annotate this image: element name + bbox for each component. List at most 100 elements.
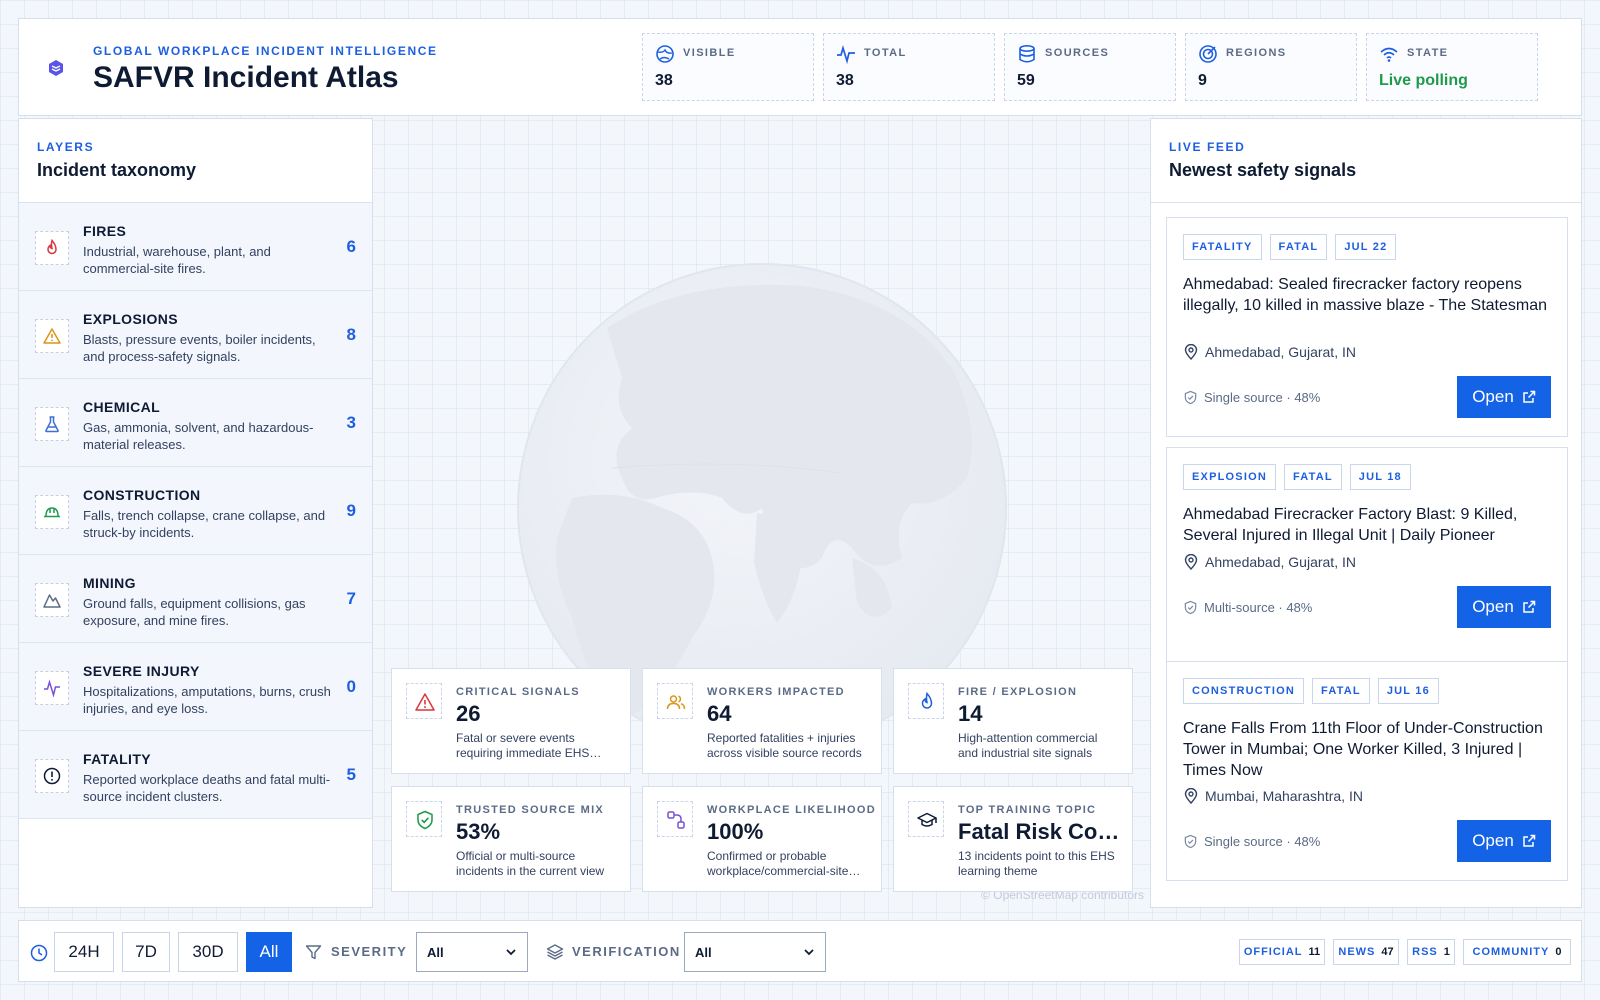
feed-eyebrow: LIVE FEED <box>1169 140 1246 154</box>
tag-severity[interactable]: FATAL <box>1312 678 1370 704</box>
clock-icon <box>30 944 48 962</box>
layer-item-mining[interactable]: MINING Ground falls, equipment collision… <box>19 555 372 643</box>
layer-icon-box <box>35 671 69 705</box>
users-icon <box>666 695 686 710</box>
card-location: Ahmedabad, Gujarat, IN <box>1183 344 1356 360</box>
layer-desc: Blasts, pressure events, boiler incident… <box>83 332 316 364</box>
open-button[interactable]: Open <box>1457 376 1551 418</box>
severity-label: SEVERITY <box>331 944 408 959</box>
card-source-text: Single source · 48% <box>1204 834 1321 849</box>
tag-type[interactable]: FATALITY <box>1183 234 1262 260</box>
mountain-icon <box>43 594 61 608</box>
metric-desc: Reported fatalities + injuries across vi… <box>707 731 869 761</box>
layer-name: MINING <box>83 575 136 591</box>
source-pill-official[interactable]: OFFICIAL 11 <box>1239 939 1325 965</box>
source-pill-name: COMMUNITY <box>1472 946 1550 958</box>
open-button[interactable]: Open <box>1457 586 1551 628</box>
map-pin-icon <box>1184 788 1198 804</box>
time-filter-all[interactable]: All <box>246 932 292 972</box>
severity-select[interactable]: All <box>416 932 528 972</box>
layer-desc: Industrial, warehouse, plant, and commer… <box>83 244 271 276</box>
source-pill-rss[interactable]: RSS 1 <box>1407 939 1455 965</box>
layer-count: 5 <box>346 765 356 784</box>
metric-value: 100% <box>707 819 764 844</box>
layers-header: LAYERS Incident taxonomy <box>19 119 372 203</box>
chevron-down-icon <box>506 949 516 956</box>
metric-desc: High-attention commercial and industrial… <box>958 731 1120 761</box>
metric-desc-text: 13 incidents point to this EHS learning … <box>958 849 1115 878</box>
pulse-icon <box>837 45 855 64</box>
time-filter-7d[interactable]: 7D <box>122 932 170 972</box>
time-filter-24h[interactable]: 24H <box>54 932 114 972</box>
metric-icon-box <box>657 801 693 837</box>
card-source: Single source · 48% <box>1183 390 1320 405</box>
tag-date: JUL 16 <box>1377 678 1439 704</box>
chevron-down-icon <box>804 949 814 956</box>
hardhat-icon <box>44 507 60 518</box>
metric-icon-box <box>908 683 944 719</box>
card-tags: FATALITY FATAL JUL 22 <box>1183 234 1397 260</box>
metric-desc-text: Reported fatalities + injuries across vi… <box>707 731 862 760</box>
stat-value: Live polling <box>1379 72 1468 89</box>
map-canvas[interactable]: © OpenStreetMap contributors CRITICAL SI… <box>374 118 1150 908</box>
source-pill-news[interactable]: NEWS 47 <box>1333 939 1399 965</box>
metric-desc: Fatal or severe events requiring immedia… <box>456 731 618 761</box>
metric-desc-text: High-attention commercial and industrial… <box>958 731 1098 760</box>
source-pill-community[interactable]: COMMUNITY 0 <box>1463 939 1571 965</box>
layer-item-construction[interactable]: CONSTRUCTION Falls, trench collapse, cra… <box>19 467 372 555</box>
globe-icon <box>656 45 674 63</box>
layer-desc: Reported workplace deaths and fatal mult… <box>83 772 331 804</box>
layer-count: 8 <box>346 325 356 344</box>
card-location-text: Mumbai, Maharashtra, IN <box>1205 788 1363 804</box>
metric-value: 26 <box>456 701 481 726</box>
source-pill-name: OFFICIAL <box>1243 946 1303 958</box>
layer-name: EXPLOSIONS <box>83 311 179 327</box>
card-title[interactable]: Ahmedabad: Sealed firecracker factory re… <box>1183 274 1555 316</box>
metric-desc-text: Confirmed or probable workplace/commerci… <box>707 849 849 878</box>
card-title[interactable]: Crane Falls From 11th Floor of Under-Con… <box>1183 718 1555 781</box>
shield-check-icon <box>1184 390 1197 405</box>
open-button[interactable]: Open <box>1457 820 1551 862</box>
card-source-text: Single source · 48% <box>1204 390 1321 405</box>
metric-label: CRITICAL SIGNALS <box>456 686 580 698</box>
verification-select[interactable]: All <box>684 932 826 972</box>
layer-icon-box <box>35 231 69 265</box>
layer-item-explosions[interactable]: EXPLOSIONS Blasts, pressure events, boil… <box>19 291 372 379</box>
shield-check-icon <box>417 810 433 830</box>
stat-value: 9 <box>1198 72 1207 89</box>
layer-item-chemical[interactable]: CHEMICAL Gas, ammonia, solvent, and haza… <box>19 379 372 467</box>
layer-count: 9 <box>346 501 356 520</box>
feed-card[interactable]: CONSTRUCTION FATAL JUL 16 Crane Falls Fr… <box>1166 661 1568 881</box>
card-title[interactable]: Ahmedabad Firecracker Factory Blast: 9 K… <box>1183 504 1555 546</box>
external-link-icon <box>1523 390 1536 403</box>
metric-workers-impacted: WORKERS IMPACTED 64 Reported fatalities … <box>642 668 882 774</box>
flame-icon <box>921 692 933 709</box>
metric-value: 14 <box>958 701 983 726</box>
feed-card[interactable]: FATALITY FATAL JUL 22 Ahmedabad: Sealed … <box>1166 217 1568 437</box>
layer-item-fatality[interactable]: FATALITY Reported workplace deaths and f… <box>19 731 372 819</box>
map-pin-icon <box>1184 344 1198 360</box>
layer-icon-box <box>35 759 69 793</box>
warning-icon <box>43 328 61 344</box>
time-filter-30d[interactable]: 30D <box>178 932 238 972</box>
tag-type[interactable]: CONSTRUCTION <box>1183 678 1305 704</box>
metric-top-training-topic: TOP TRAINING TOPIC Fatal Risk Controls 1… <box>893 786 1133 892</box>
stat-label: VISIBLE <box>683 47 736 59</box>
warning-icon <box>415 693 435 711</box>
tag-type[interactable]: EXPLOSION <box>1183 464 1276 490</box>
layers-title: Incident taxonomy <box>37 160 197 180</box>
external-link-icon <box>1523 834 1536 847</box>
metric-trusted-source-mix: TRUSTED SOURCE MIX 53% Official or multi… <box>391 786 631 892</box>
metric-workplace-likelihood: WORKPLACE LIKELIHOOD 100% Confirmed or p… <box>642 786 882 892</box>
card-location: Ahmedabad, Gujarat, IN <box>1183 554 1356 570</box>
layer-item-severe-injury[interactable]: SEVERE INJURY Hospitalizations, amputati… <box>19 643 372 731</box>
external-link-icon <box>1523 600 1536 613</box>
card-location: Mumbai, Maharashtra, IN <box>1183 788 1363 804</box>
layer-item-fires[interactable]: FIRES Industrial, warehouse, plant, and … <box>19 203 372 291</box>
open-button-label: Open <box>1472 597 1514 616</box>
metric-critical-signals: CRITICAL SIGNALS 26 Fatal or severe even… <box>391 668 631 774</box>
tag-severity[interactable]: FATAL <box>1269 234 1328 260</box>
tag-severity[interactable]: FATAL <box>1283 464 1342 490</box>
radar-icon <box>1199 45 1217 63</box>
feed-card[interactable]: EXPLOSION FATAL JUL 18 Ahmedabad Firecra… <box>1166 447 1568 667</box>
